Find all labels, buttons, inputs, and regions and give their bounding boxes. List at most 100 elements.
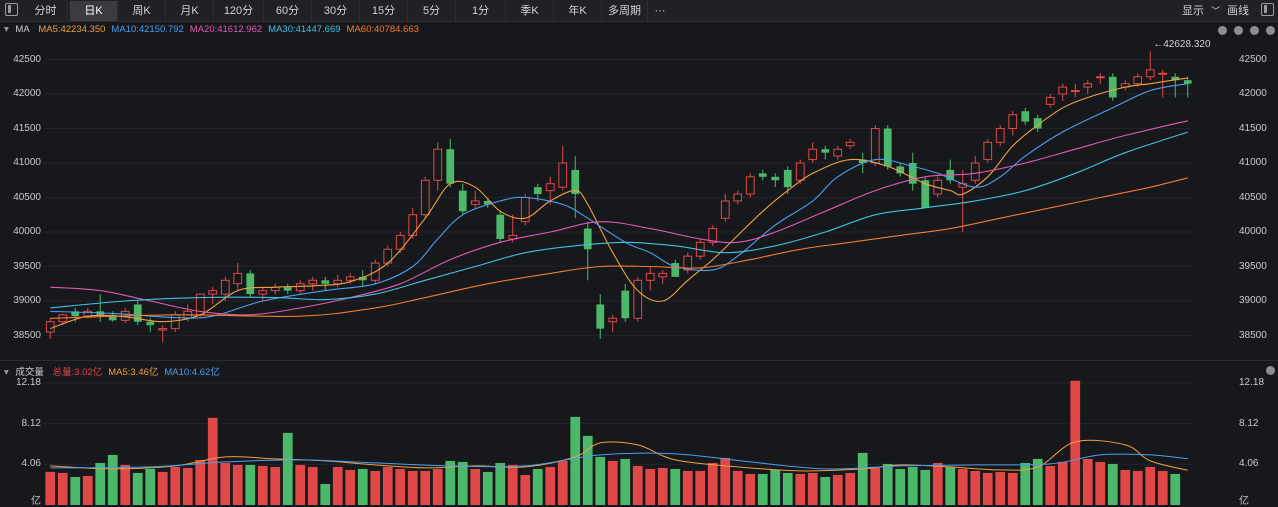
candle-body bbox=[208, 290, 218, 295]
volume-bar bbox=[1145, 466, 1156, 505]
candle-body bbox=[608, 317, 618, 323]
volume-bar bbox=[1057, 461, 1068, 505]
price-tick-right: 41500 bbox=[1239, 122, 1267, 134]
volume-bar bbox=[470, 468, 481, 505]
candle-body bbox=[645, 272, 655, 281]
volume-bar bbox=[732, 470, 743, 505]
volume-bar bbox=[357, 468, 368, 505]
volume-bar bbox=[507, 464, 518, 505]
volume-bar bbox=[157, 471, 168, 505]
candle-body bbox=[1008, 114, 1018, 129]
price-tick-right: 41000 bbox=[1239, 157, 1267, 168]
volume-bar bbox=[1095, 461, 1106, 505]
price-tick-right: 39000 bbox=[1239, 295, 1267, 306]
candle-body bbox=[745, 176, 755, 195]
volume-bar bbox=[332, 466, 343, 505]
volume-tick-right: 4.06 bbox=[1239, 458, 1259, 470]
candle-body bbox=[545, 183, 555, 192]
volume-bar bbox=[395, 468, 406, 505]
volume-bar bbox=[220, 462, 231, 505]
volume-bar bbox=[1107, 463, 1118, 505]
volume-bar bbox=[795, 473, 806, 505]
volume-bar bbox=[895, 468, 906, 505]
candle-body bbox=[720, 200, 730, 219]
candle-body bbox=[458, 190, 467, 212]
candle-body bbox=[783, 169, 792, 188]
volume-bar bbox=[457, 461, 468, 505]
volume-bar bbox=[745, 473, 756, 505]
candle-body bbox=[1108, 76, 1117, 98]
volume-bar bbox=[720, 457, 731, 505]
candle-body bbox=[233, 272, 243, 285]
volume-bar bbox=[170, 466, 181, 505]
volume-bar bbox=[970, 470, 981, 505]
candle-body bbox=[433, 148, 443, 181]
candle-body bbox=[1183, 80, 1192, 84]
volume-bar bbox=[407, 470, 418, 505]
volume-bar bbox=[1157, 470, 1168, 505]
price-tick-left: 38500 bbox=[13, 329, 41, 341]
candle-body bbox=[470, 200, 480, 205]
price-tick-left: 41500 bbox=[13, 122, 41, 134]
volume-bar bbox=[657, 467, 668, 505]
volume-bar bbox=[195, 459, 206, 505]
candle-body bbox=[758, 173, 767, 177]
candle-body bbox=[1070, 90, 1080, 93]
candle-body bbox=[345, 276, 355, 281]
candle-body bbox=[496, 214, 505, 239]
volume-bar bbox=[770, 469, 781, 505]
volume-bar bbox=[632, 465, 643, 505]
volume-bar bbox=[682, 470, 693, 505]
price-tick-right: 38500 bbox=[1239, 329, 1267, 341]
candle-body bbox=[45, 321, 55, 333]
volume-bar bbox=[907, 466, 918, 505]
candle-body bbox=[220, 279, 230, 295]
volume-bar bbox=[782, 472, 793, 505]
price-tick-right: 40500 bbox=[1239, 191, 1267, 203]
candle-body bbox=[246, 273, 255, 295]
volume-tick-left: 12.18 bbox=[15, 377, 41, 388]
volume-bar bbox=[645, 468, 656, 505]
volume-bar bbox=[707, 462, 718, 505]
candle-body bbox=[771, 176, 780, 181]
volume-bar bbox=[245, 464, 256, 505]
candle-body bbox=[446, 149, 455, 184]
price-tick-right: 40000 bbox=[1239, 226, 1267, 237]
volume-bar bbox=[832, 474, 843, 505]
candle-body bbox=[596, 304, 605, 329]
candle-body bbox=[808, 148, 818, 161]
candle-body bbox=[733, 193, 743, 202]
volume-bar bbox=[482, 471, 493, 505]
volume-bar bbox=[695, 470, 706, 505]
price-tick-left: 39000 bbox=[13, 295, 41, 306]
price-tick-left: 39500 bbox=[13, 260, 41, 272]
volume-bar bbox=[995, 471, 1006, 505]
price-tick-right: 42500 bbox=[1239, 53, 1267, 65]
volume-bar bbox=[857, 452, 868, 505]
candle-body bbox=[1058, 86, 1068, 95]
volume-bar bbox=[345, 469, 356, 505]
volume-bar bbox=[370, 470, 381, 505]
candle-body bbox=[1021, 111, 1030, 122]
volume-bar bbox=[870, 466, 881, 505]
price-tick-left: 41000 bbox=[13, 157, 41, 168]
volume-bar bbox=[420, 470, 431, 505]
candle-body bbox=[1095, 76, 1105, 79]
candle-body bbox=[420, 179, 430, 216]
candle-body bbox=[1045, 96, 1055, 105]
volume-bar bbox=[307, 466, 318, 505]
volume-bar bbox=[1007, 472, 1018, 505]
candle-body bbox=[821, 149, 830, 153]
volume-bar bbox=[132, 472, 143, 505]
volume-bar bbox=[257, 465, 268, 505]
price-tick-right: 39500 bbox=[1239, 260, 1267, 272]
price-tick-right: 42000 bbox=[1239, 88, 1267, 99]
candle-body bbox=[146, 321, 155, 326]
volume-bar bbox=[270, 466, 281, 505]
kline-chart[interactable]: ←42628.320 bbox=[0, 0, 1278, 505]
volume-bar bbox=[807, 472, 818, 505]
candle-body bbox=[633, 279, 643, 319]
candle-body bbox=[295, 283, 305, 292]
volume-bar bbox=[45, 471, 56, 505]
candle-body bbox=[1133, 76, 1143, 85]
